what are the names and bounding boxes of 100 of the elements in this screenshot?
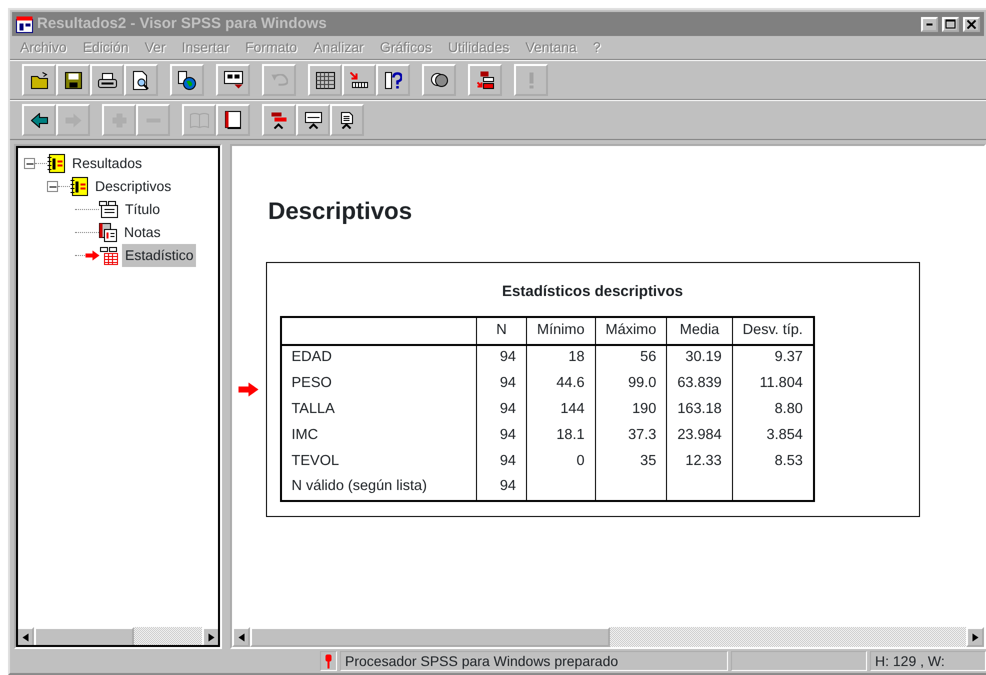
outline-item[interactable]: Descriptivos [92,175,174,198]
outline-item[interactable]: Notas [121,221,164,244]
row-label: PESO [280,370,476,396]
table-cell: 18.1 [526,422,596,448]
table-cell: 8.53 [732,448,814,474]
table-cell: 94 [476,422,526,448]
collapse-toggle[interactable] [24,158,35,169]
toolbar-button[interactable] [56,64,90,96]
table-cell: 94 [476,344,526,370]
right-arrow-icon [972,632,978,642]
table-cell: 11.804 [732,370,814,396]
collapse-toggle[interactable] [47,181,58,192]
table-cell: 0 [526,448,596,474]
title-icon [99,201,118,218]
table-cell: 94 [476,448,526,474]
row-label: TEVOL [280,448,476,474]
toolbar-button[interactable] [22,64,56,96]
notes-icon [99,223,117,242]
table-cell: 144 [526,396,596,422]
table-cell: 44.6 [526,370,596,396]
toolbar-button[interactable] [170,64,204,96]
maximize-icon [945,19,956,29]
toolbar-button[interactable] [216,104,250,136]
output-heading: Descriptivos [268,197,414,227]
printer-icon [98,72,116,88]
folder-icon [30,72,48,88]
left-arrow-icon [238,632,244,642]
toolbar-button[interactable] [376,64,410,96]
table-cell: 37.3 [595,422,667,448]
toolbar-button[interactable] [296,104,330,136]
maximize-button[interactable] [942,16,959,32]
column-header: N [476,316,526,344]
table-cell: 63.839 [666,370,732,396]
minus-icon [26,162,34,164]
minimize-button[interactable] [921,16,938,32]
insert-row-icon [350,72,368,88]
table-cell: 56 [595,344,667,370]
row-label: EDAD [280,344,476,370]
column-header: Media [666,316,732,344]
status-message: Procesador SPSS para Windows preparado [340,651,728,671]
window-title: Resultados2 - Visor SPSS para Windows [37,14,328,34]
table-cell: 30.19 [666,344,732,370]
exclamation-icon [528,72,534,88]
row-label: IMC [280,422,476,448]
table-cell: 94 [476,370,526,396]
outline-item[interactable]: Estadístico [122,244,196,267]
toolbar-button[interactable] [90,64,124,96]
toolbar-button[interactable] [422,64,456,96]
toolbar-button[interactable] [342,64,376,96]
left-arrow-icon [22,632,28,642]
toolbar-button[interactable] [330,104,364,136]
table-cell: 3.854 [732,422,814,448]
book-icon [70,177,88,196]
table-cell: 94 [476,474,526,500]
toolbar-button[interactable] [262,104,296,136]
variables-help-icon [384,72,402,88]
book-icon [190,112,208,128]
table-cell: 163.18 [666,396,732,422]
minimize-icon [926,22,933,26]
table-cell: 99.0 [595,370,667,396]
monitor-icon [224,71,242,89]
table-title: Estadísticos descriptivos [501,282,684,302]
toolbar-button[interactable] [124,64,158,96]
app-icon [16,16,33,32]
table-cell: 9.37 [732,344,814,370]
close-icon [967,20,976,28]
square-icon [225,111,241,129]
grid-icon [316,72,334,88]
status-light-icon [325,654,332,668]
stacked-bars-icon [476,71,494,89]
table-cell: 35 [595,448,667,474]
row-label: TALLA [280,396,476,422]
table-cell: 94 [476,396,526,422]
insert-heading-icon [271,112,287,128]
close-button[interactable] [963,16,980,32]
column-header: Mínimo [526,316,596,344]
toolbar-button[interactable] [22,104,56,136]
back-arrow-icon [30,112,48,128]
insert-text-icon [341,112,353,128]
column-header: Desv. típ. [732,316,814,344]
undo-icon [270,74,288,86]
cursor-position: H: 129 , W: [870,651,986,671]
table-icon [100,246,118,264]
circles-icon [430,73,448,87]
table-cell: 12.33 [666,448,732,474]
table-cell: 190 [595,396,667,422]
row-label: N válido (según lista) [280,474,476,500]
horizontal-scrollbar[interactable] [16,627,220,647]
insert-title-icon [304,112,322,128]
outline-item[interactable]: Título [122,198,164,221]
book-icon [47,154,65,173]
column-header: Máximo [595,316,667,344]
table-cell: 18 [526,344,596,370]
toolbar-button[interactable] [468,64,502,96]
toolbar-button[interactable] [216,64,250,96]
outline-item[interactable]: Resultados [69,152,146,175]
page-magnifier-icon [133,70,149,90]
globe-document-icon [178,70,196,90]
horizontal-scrollbar[interactable] [232,627,984,647]
toolbar-button[interactable] [308,64,342,96]
